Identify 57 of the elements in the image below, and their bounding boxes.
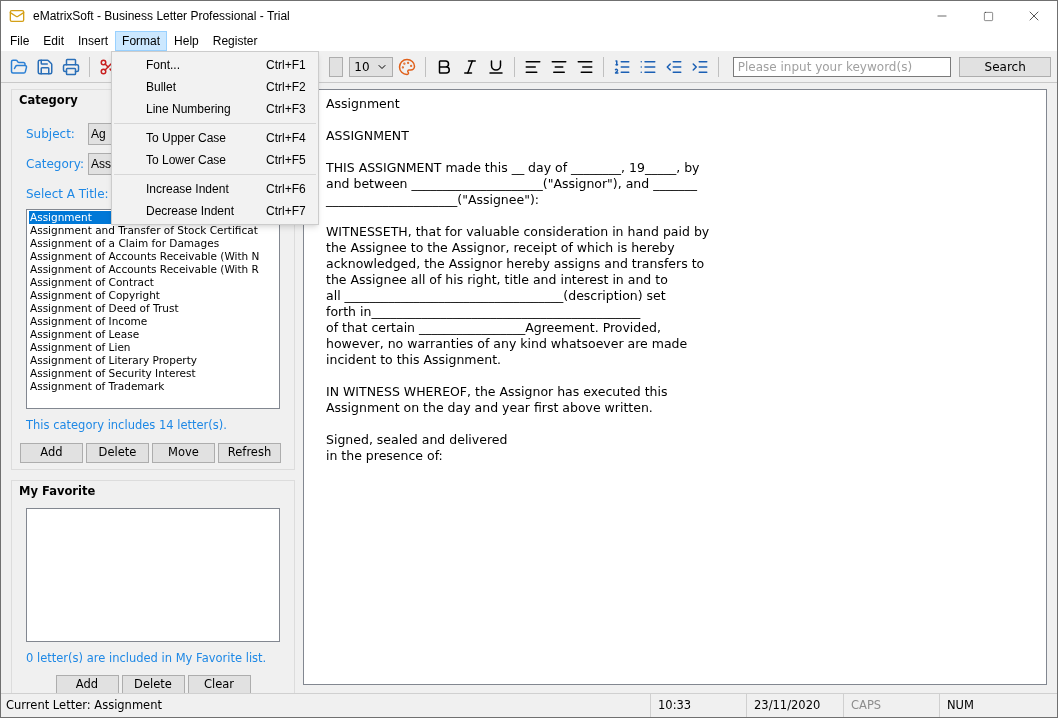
menu-option[interactable]: Increase Indent Ctrl+F6 — [114, 178, 316, 200]
menu-item[interactable]: Edit — [36, 31, 72, 51]
window-title: eMatrixSoft - Business Letter Professional - Trial — [33, 8, 290, 25]
envelope-icon — [9, 8, 25, 24]
document-paragraph: ASSIGNMENT — [326, 128, 409, 144]
menu-item[interactable]: Format — [115, 31, 168, 51]
status-time: 10:33 — [650, 694, 746, 717]
document-paragraph: Signed, sealed and delivered in the presence of: — [326, 432, 508, 464]
push-button[interactable]: Delete — [86, 442, 149, 463]
list-item[interactable]: Assignment of Income — [29, 315, 277, 329]
current-letter: Current Letter: Assignment — [5, 696, 163, 714]
search-field[interactable]: Please input your keyword(s) — [732, 56, 952, 77]
search-button[interactable]: Search — [959, 56, 1052, 77]
list-item[interactable]: Assignment of Security Interest — [29, 367, 277, 381]
list-item[interactable]: Assignment of Lease — [29, 328, 277, 342]
list-item[interactable]: Assignment of Literary Property — [29, 354, 277, 368]
document-paragraph: WITNESSETH, that for valuable consideration in hand paid by the Assignee to the Assignor, receipt of which is hereby acknowledged, the Assignor hereby assigns and transfers to the Assignee all of his right, title and interest in and to all ___________________________________(description) set forth in___________________________________________ of that certain _________________Agreement. Provided, however, no warranties of any kind whatsoever are made incident to this Assignment. — [326, 224, 710, 368]
push-button[interactable]: Clear — [187, 675, 251, 693]
menu-option[interactable]: Bullet Ctrl+F2 — [114, 76, 316, 98]
push-button[interactable]: Move — [152, 442, 215, 463]
menu-option[interactable]: Line Numbering Ctrl+F3 — [114, 98, 316, 120]
list-item[interactable]: Assignment and Transfer of Stock Certificat — [29, 224, 277, 238]
push-button[interactable]: Delete — [121, 675, 185, 693]
list-item[interactable]: Assignment of Contract — [29, 276, 277, 290]
count-text: This category includes 14 letter(s). — [26, 417, 228, 435]
push-button[interactable]: Add — [55, 675, 119, 693]
list-item[interactable]: Assignment of Accounts Receivable (With N — [29, 250, 277, 264]
menu-item[interactable]: File — [3, 31, 37, 51]
menu-item[interactable]: Register — [205, 31, 265, 51]
list-item[interactable]: Assignment of Deed of Trust — [29, 302, 277, 316]
key-indicator: CAPS — [843, 694, 939, 717]
list-item[interactable]: Assignment of Copyright — [29, 289, 277, 303]
menu-item[interactable]: Help — [167, 31, 206, 51]
count-text: 0 letter(s) are included in My Favorite list. — [26, 649, 268, 667]
list-item[interactable]: Assignment of Accounts Receivable (With R — [29, 263, 277, 277]
push-button[interactable]: Refresh — [218, 442, 281, 463]
size-combo[interactable]: 10 — [349, 56, 394, 77]
field-label: Subject: — [26, 126, 76, 144]
field-label: Category: — [26, 156, 85, 174]
list-item[interactable]: Assignment of Trademark — [29, 380, 277, 394]
document-paragraph: IN WITNESS WHEREOF, the Assignor has executed this Assignment on the day and year first above written. — [326, 384, 668, 416]
push-button[interactable]: Add — [20, 442, 83, 463]
field-label: Select A Title: — [26, 186, 109, 204]
list-item[interactable]: Assignment of a Claim for Damages — [29, 237, 277, 251]
panel-title: Category — [19, 92, 78, 109]
menu-item[interactable]: Insert — [71, 31, 116, 51]
document-paragraph: THIS ASSIGNMENT made this __ day of ________, 19_____, by and between _____________________("Assignor"), and _______ _____________________("Assignee"): — [326, 160, 700, 208]
document-paragraph: Assignment — [326, 96, 400, 112]
menu-option[interactable]: To Upper Case Ctrl+F4 — [114, 127, 316, 149]
status-date: 23/11/2020 — [746, 694, 843, 717]
menu-option[interactable]: Font... Ctrl+F1 — [114, 54, 316, 76]
panel-title: My Favorite — [19, 482, 96, 500]
list-item[interactable]: Assignment of Lien — [29, 341, 277, 355]
menu-option[interactable]: Decrease Indent Ctrl+F7 — [114, 200, 316, 222]
key-indicator: NUM — [939, 694, 1035, 717]
maximize-icon — [982, 10, 994, 22]
menu-option[interactable]: To Lower Case Ctrl+F5 — [114, 149, 316, 171]
